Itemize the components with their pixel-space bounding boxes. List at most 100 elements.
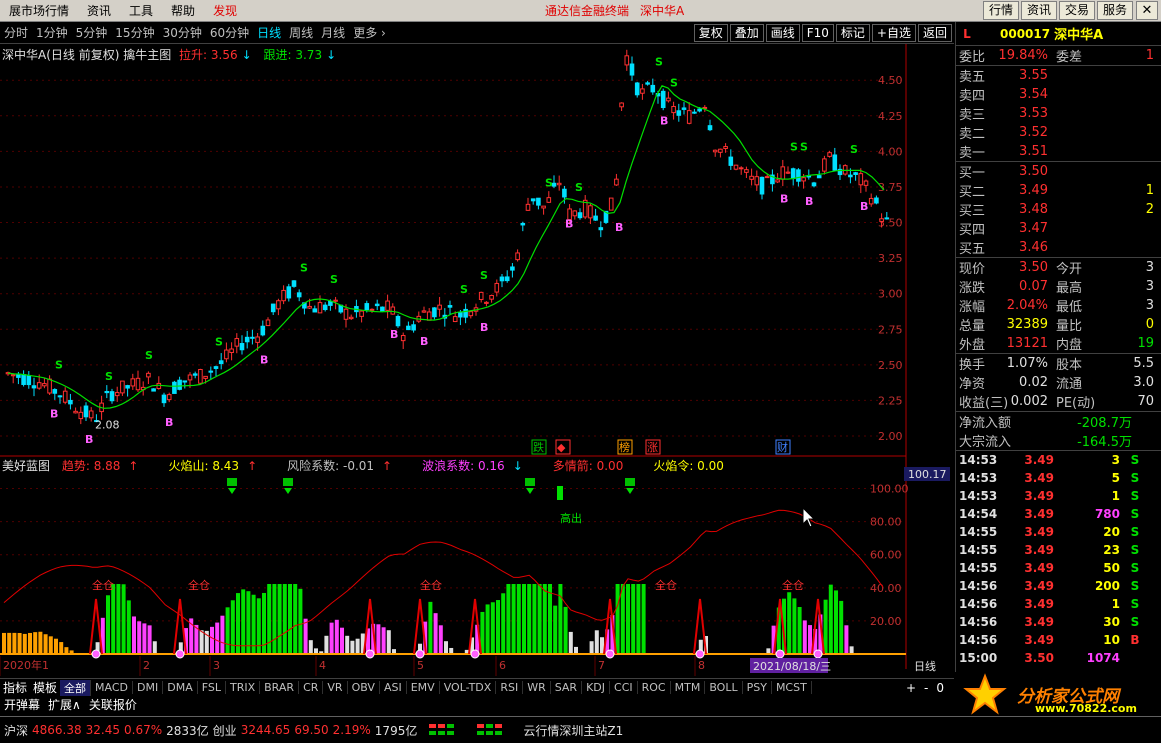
service-button[interactable]: 服务 <box>1096 1 1133 20</box>
period-monthly[interactable]: 月线 <box>317 24 349 41</box>
menu-discover[interactable]: 发现 <box>204 0 246 22</box>
book-row[interactable]: 买二 3.49 1 <box>956 181 1161 200</box>
tick-row: 15:00 3.50 1074 <box>956 649 1161 667</box>
tab-psy[interactable]: PSY <box>743 681 772 694</box>
stock-code[interactable]: 000017 <box>1000 27 1050 41</box>
tab-mcst[interactable]: MCST <box>772 681 812 694</box>
expand-button[interactable]: 扩展∧ <box>44 696 85 713</box>
book-row[interactable]: 买四 3.47 <box>956 219 1161 238</box>
tab-brar[interactable]: BRAR <box>260 681 300 694</box>
zoom-in-button[interactable]: + <box>902 681 920 695</box>
histogram-bar <box>106 595 110 654</box>
menu-news[interactable]: 资讯 <box>78 0 120 22</box>
tab-obv[interactable]: OBV <box>348 681 380 694</box>
tab-cci[interactable]: CCI <box>610 681 638 694</box>
histogram-bar <box>308 640 313 654</box>
danmaku-button[interactable]: 开弹幕 <box>0 696 44 713</box>
news-button[interactable]: 资讯 <box>1020 1 1057 20</box>
overlay-button[interactable]: 叠加 <box>729 24 764 42</box>
menu-market[interactable]: 展市场行情 <box>0 0 78 22</box>
period-weekly[interactable]: 周线 <box>285 24 317 41</box>
period-tick[interactable]: 分时 <box>0 24 32 41</box>
candle-body <box>400 334 406 342</box>
book-row[interactable]: 买三 3.48 2 <box>956 200 1161 219</box>
histogram-bar <box>350 640 355 654</box>
close-icon[interactable]: ✕ <box>1136 1 1158 20</box>
server-name[interactable]: 云行情深圳主站Z1 <box>523 722 623 739</box>
tab-模板[interactable]: 模板 <box>30 679 60 696</box>
stock-name[interactable]: 深中华A <box>1054 24 1103 43</box>
tab-wr[interactable]: WR <box>523 681 551 694</box>
draw-button[interactable]: 画线 <box>765 24 800 42</box>
tab-vr[interactable]: VR <box>323 681 348 694</box>
book-row[interactable]: 卖二 3.52 <box>956 123 1161 142</box>
sh-change: 32.45 <box>85 723 120 737</box>
period-15min[interactable]: 15分钟 <box>111 24 158 41</box>
period-1min[interactable]: 1分钟 <box>32 24 72 41</box>
quote-button[interactable]: 行情 <box>982 1 1019 20</box>
menu-help[interactable]: 帮助 <box>162 0 204 22</box>
tab-boll[interactable]: BOLL <box>705 681 743 694</box>
tick-volume: 23 <box>1103 543 1120 557</box>
tab-emv[interactable]: EMV <box>407 681 440 694</box>
tab-trix[interactable]: TRIX <box>226 681 261 694</box>
tab-sar[interactable]: SAR <box>551 681 583 694</box>
book-row[interactable]: 买一 3.50 <box>956 162 1161 181</box>
tab-fsl[interactable]: FSL <box>198 681 226 694</box>
tab-vol-tdx[interactable]: VOL-TDX <box>440 681 497 694</box>
period-more[interactable]: 更多 › <box>349 24 390 41</box>
tab-dma[interactable]: DMA <box>163 681 198 694</box>
book-row[interactable]: 卖一 3.51 <box>956 142 1161 161</box>
histogram-bar <box>626 584 630 654</box>
menu-tools[interactable]: 工具 <box>120 0 162 22</box>
stat-value: 0.002 <box>1010 394 1048 409</box>
candle-body <box>281 289 286 302</box>
tick-volume: 1 <box>1111 597 1120 611</box>
tab-roc[interactable]: ROC <box>638 681 671 694</box>
tab-asi[interactable]: ASI <box>380 681 407 694</box>
kline-chart[interactable]: 4.504.254.003.753.503.253.002.752.502.25… <box>0 44 954 678</box>
period-60min[interactable]: 60分钟 <box>206 24 253 41</box>
candle-body <box>775 179 780 183</box>
level-flag: L <box>963 26 971 41</box>
histogram-bar <box>59 642 64 654</box>
chart-area[interactable]: 4.50 4.25 4.00 3.75 3.50 3.25 3.00 2.75 2.50 2.25… <box>0 44 954 678</box>
stat-value: 0.07 <box>1019 279 1048 294</box>
zoom-reset-button[interactable]: 0 <box>932 681 948 695</box>
period-bar: 分时 1分钟 5分钟 15分钟 30分钟 60分钟 日线 周线 月线 更多 › … <box>0 22 954 44</box>
book-row[interactable]: 卖五 3.55 <box>956 66 1161 85</box>
candle-body <box>10 374 16 377</box>
book-row[interactable]: 买五 3.46 <box>956 238 1161 257</box>
zoom-out-button[interactable]: - <box>920 681 932 695</box>
tab-cr[interactable]: CR <box>299 681 324 694</box>
indicator-name: 美好蓝图 <box>2 459 51 473</box>
tab-rsi[interactable]: RSI <box>496 681 524 694</box>
period-5min[interactable]: 5分钟 <box>72 24 112 41</box>
candle-body <box>759 176 765 195</box>
histogram-bar <box>132 616 136 654</box>
book-label: 卖四 <box>959 89 986 104</box>
adjust-button[interactable]: 复权 <box>693 24 728 42</box>
back-button[interactable]: 返回 <box>917 24 952 42</box>
period-30min[interactable]: 30分钟 <box>159 24 206 41</box>
related-quote-button[interactable]: 关联报价 <box>85 696 141 713</box>
candle-body <box>135 377 141 391</box>
candle-body <box>811 182 817 187</box>
trade-button[interactable]: 交易 <box>1058 1 1095 20</box>
mark-button[interactable]: 标记 <box>835 24 870 42</box>
tab-mtm[interactable]: MTM <box>671 681 706 694</box>
histogram-bar <box>594 630 599 654</box>
tab-指标[interactable]: 指标 <box>0 679 30 696</box>
histogram-bar <box>142 623 147 654</box>
tab-全部[interactable]: 全部 <box>60 679 92 696</box>
book-row[interactable]: 卖三 3.53 <box>956 104 1161 123</box>
book-row[interactable]: 卖四 3.54 <box>956 85 1161 104</box>
tab-macd[interactable]: MACD <box>91 681 134 694</box>
stat-value-2: 3 <box>1145 279 1154 294</box>
flow-row: 净流入额 -208.7万 <box>956 412 1161 431</box>
f10-button[interactable]: F10 <box>801 24 834 42</box>
tab-dmi[interactable]: DMI <box>133 681 164 694</box>
period-daily[interactable]: 日线 <box>253 24 285 41</box>
add-watchlist-button[interactable]: +自选 <box>871 24 916 42</box>
tab-kdj[interactable]: KDJ <box>582 681 611 694</box>
